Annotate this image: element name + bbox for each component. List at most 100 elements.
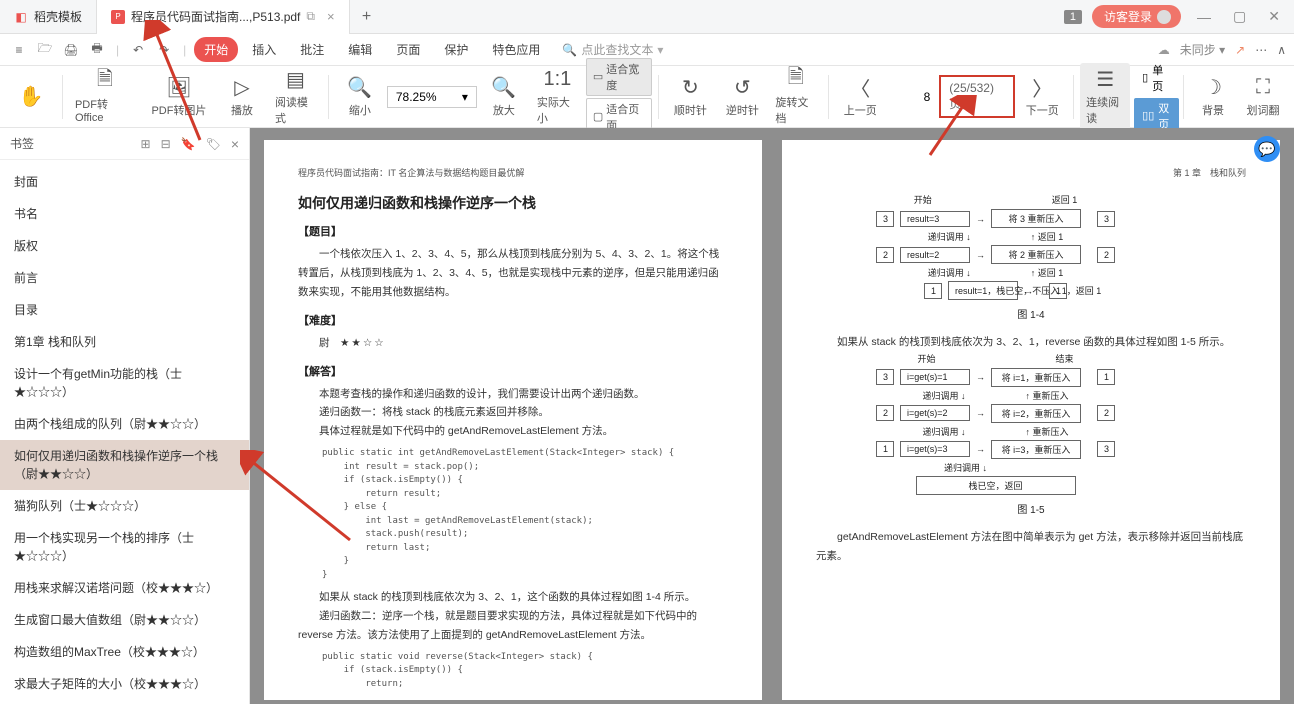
minimize-button[interactable]: — [1191,9,1217,25]
collapse-all-icon[interactable]: ⊟ [161,137,171,151]
ribbon: ✋ 🗎PDF转Office 🖼PDF转图片 ▷播放 ▤阅读模式 🔍缩小 78.2… [0,66,1294,128]
sidebar-close-icon[interactable]: × [231,136,239,152]
code-block-2: public static void reverse(Stack<Integer… [322,651,728,692]
save-icon[interactable]: 🖨 [60,43,82,57]
search-box[interactable]: 🔍 点此查找文本 ▾ [562,41,663,58]
menu-insert[interactable]: 插入 [242,37,286,62]
actual-size-button[interactable]: 1:1实际大小 [531,63,584,130]
sidebar-item[interactable]: 猫狗队列（士★☆☆☆） [0,490,249,522]
sidebar-item[interactable]: 构造数组的MaxTree（校★★★☆） [0,636,249,668]
play-icon: ▷ [234,75,249,99]
template-icon: ◧ [14,10,28,24]
difficulty-row: 尉 ★★☆☆ [298,334,728,353]
bookmark-list: 封面书名版权前言目录第1章 栈和队列设计一个有getMin功能的栈（士★☆☆☆）… [0,160,249,704]
menu-icon[interactable]: ≡ [8,43,30,57]
sidebar-item[interactable]: 目录 [0,294,249,326]
open-icon[interactable]: 🗁 [34,39,56,60]
bookmark-add-icon[interactable]: 🔖 [181,137,196,151]
zoom-out-button[interactable]: 🔍缩小 [335,71,385,122]
hand-tool[interactable]: ✋ [6,81,56,113]
undo-icon[interactable]: ↶ [127,43,149,57]
document-viewer[interactable]: 程序员代码面试指南：IT 名企算法与数据结构题目最优解 如何仅用递归函数和栈操作… [250,128,1294,704]
bookmark-icon[interactable]: 🏷 [206,137,221,151]
page-count-box: (25/532) 页 [939,75,1015,118]
sidebar-item[interactable]: 如何仅用递归函数和栈操作逆序一个栈（尉★★☆☆） [0,440,249,490]
sidebar-item[interactable]: 用一个栈实现另一个栈的排序（士★☆☆☆） [0,522,249,572]
new-tab-button[interactable]: + [350,8,384,26]
answer-p1: 本题考查栈的操作和递归函数的设计，我们需要设计出两个递归函数。 [298,385,728,404]
rotate-ccw-button[interactable]: ↺逆时针 [717,71,767,122]
page-left: 程序员代码面试指南：IT 名企算法与数据结构题目最优解 如何仅用递归函数和栈操作… [264,140,762,700]
single-page-icon: ▯ [1142,71,1148,84]
fit-width-button[interactable]: ▭适合宽度 [586,58,653,96]
play-button[interactable]: ▷播放 [217,71,267,122]
bottom-text: getAndRemoveLastElement 方法在图中简单表示为 get 方… [816,528,1246,566]
menu-protect[interactable]: 保护 [434,37,478,62]
sidebar-item[interactable]: 前言 [0,262,249,294]
page-number-input[interactable] [887,86,937,108]
prev-page-button[interactable]: 〈上一页 [835,71,885,122]
fit-width-icon: ▭ [593,70,603,83]
section-difficulty: 【难度】 [298,312,728,328]
section-problem: 【题目】 [298,223,728,239]
sidebar-item[interactable]: 封面 [0,166,249,198]
menu-start[interactable]: 开始 [194,37,238,62]
cloud-icon[interactable]: ☁ [1158,43,1170,57]
sidebar-item[interactable]: 求最大子矩阵的大小（校★★★☆） [0,668,249,700]
tab-templates[interactable]: ◧ 稻壳模板 [0,0,97,34]
rotate-cw-button[interactable]: ↻顺时针 [665,71,715,122]
sidebar-item[interactable]: 用栈来求解汉诺塔问题（校★★★☆） [0,572,249,604]
menu-edit[interactable]: 编辑 [338,37,382,62]
next-page-button[interactable]: 〉下一页 [1017,71,1067,122]
notification-badge[interactable]: 1 [1064,10,1082,24]
hand-icon: ✋ [19,85,44,109]
rotate-cw-icon: ↻ [682,75,699,99]
page-title: 如何仅用递归函数和栈操作逆序一个栈 [298,193,728,213]
fit-page-icon: ▢ [593,110,603,123]
pdf-to-office-button[interactable]: 🗎PDF转Office [69,65,141,128]
close-icon[interactable]: × [327,9,335,24]
single-page-button[interactable]: ▯单页 [1134,60,1179,96]
continuous-read-button[interactable]: ☰连续阅读 [1080,63,1130,130]
expand-icon[interactable]: ∧ [1277,43,1286,57]
sidebar-item[interactable]: 版权 [0,230,249,262]
search-placeholder: 点此查找文本 [581,41,653,58]
close-button[interactable]: ✕ [1262,8,1286,25]
pdf-to-image-button[interactable]: 🖼PDF转图片 [143,71,215,122]
floating-action-button[interactable]: 💬 [1254,136,1280,162]
avatar-icon [1157,10,1171,24]
zoom-level-input[interactable]: 78.25%▾ [387,86,477,108]
rotate-doc-button[interactable]: 🗎旋转文档 [769,63,822,130]
translate-button[interactable]: ⛶划词翻 [1238,71,1288,122]
login-button[interactable]: 访客登录 [1092,5,1181,28]
redo-icon[interactable]: ↷ [153,43,175,57]
menu-special[interactable]: 特色应用 [482,37,550,62]
book-icon: ▤ [286,67,305,91]
menu-annotate[interactable]: 批注 [290,37,334,62]
more-icon[interactable]: ⋯ [1255,43,1267,57]
background-button[interactable]: ☽背景 [1188,71,1238,122]
share-icon[interactable]: ↗ [1235,43,1245,57]
read-mode-button[interactable]: ▤阅读模式 [269,63,322,130]
sidebar-item[interactable]: 生成窗口最大值数组（尉★★☆☆） [0,604,249,636]
sync-status[interactable]: 未同步 ▾ [1180,41,1225,58]
sidebar-item[interactable]: 第1章 栈和队列 [0,326,249,358]
sidebar-item[interactable]: 由两个栈组成的队列（尉★★☆☆） [0,408,249,440]
print-icon[interactable]: 🖶 [86,39,108,60]
diagram-1: 开始返回 13result=3→将 3 重新压入3递归调用 ↓↑ 返回 12re… [816,193,1246,300]
mid-text: 如果从 stack 的栈顶到栈底依次为 3、2、1，reverse 函数的具体过… [816,333,1246,352]
tab-popup-icon[interactable]: ⧉ [306,9,315,24]
expand-all-icon[interactable]: ⊞ [141,137,151,151]
sidebar-item[interactable]: 设计一个有getMin功能的栈（士★☆☆☆） [0,358,249,408]
tab-document[interactable]: P 程序员代码面试指南...,P513.pdf ⧉ × [97,0,350,34]
zoom-in-button[interactable]: 🔍放大 [479,71,529,122]
maximize-button[interactable]: ▢ [1227,8,1252,25]
sidebar-item[interactable]: 书名 [0,198,249,230]
menubar-right: ☁ 未同步 ▾ ↗ ⋯ ∧ [1158,41,1286,58]
pdf-icon: P [111,10,125,24]
body-area: 书签 ⊞ ⊟ 🔖 🏷 × 封面书名版权前言目录第1章 栈和队列设计一个有getM… [0,128,1294,704]
chevron-down-icon: ▾ [657,43,663,57]
page-header-right: 第 1 章 栈和队列 [1173,166,1246,179]
menu-page[interactable]: 页面 [386,37,430,62]
titlebar-right: 1 访客登录 — ▢ ✕ [1064,5,1286,28]
